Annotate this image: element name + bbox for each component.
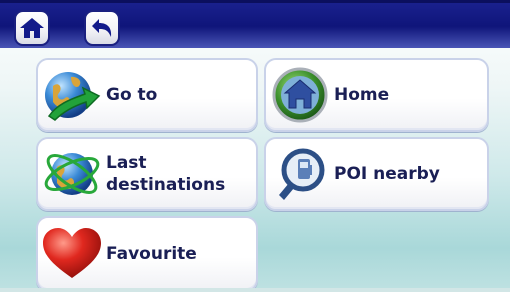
heart-icon <box>38 220 106 288</box>
poi-nearby-button[interactable]: POI nearby <box>264 137 489 211</box>
home-badge-icon <box>266 61 334 129</box>
back-button[interactable] <box>84 10 120 46</box>
poi-nearby-label: POI nearby <box>334 164 440 184</box>
favourite-label: Favourite <box>106 244 197 264</box>
last-destinations-button[interactable]: Last destinations <box>36 137 258 211</box>
globe-arrow-icon <box>38 61 106 129</box>
globe-orbit-icon <box>38 140 106 208</box>
top-bar <box>0 0 510 48</box>
home-icon <box>20 18 44 38</box>
home-button[interactable] <box>14 10 50 46</box>
favourite-button[interactable]: Favourite <box>36 216 258 292</box>
home-label: Home <box>334 85 390 105</box>
last-destinations-label: Last destinations <box>106 153 226 195</box>
go-to-button[interactable]: Go to <box>36 58 258 132</box>
back-arrow-icon <box>92 19 112 37</box>
navigation-menu-screen: Go to Home Last destinations POI nearby … <box>0 0 510 292</box>
poi-magnifier-icon <box>266 140 334 208</box>
go-to-label: Go to <box>106 85 158 105</box>
home-destination-button[interactable]: Home <box>264 58 489 132</box>
bottom-edge <box>0 288 510 292</box>
